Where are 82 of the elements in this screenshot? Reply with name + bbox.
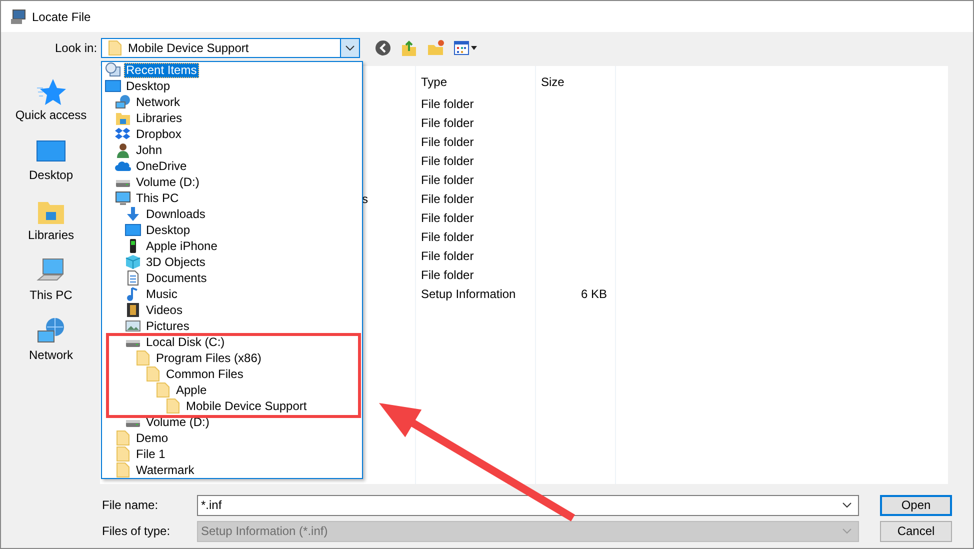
file-name-label: File name: xyxy=(102,498,160,512)
folder-icon xyxy=(115,446,131,462)
dropdown-item[interactable]: OneDrive xyxy=(102,158,362,174)
dropdown-item[interactable]: Recent Items xyxy=(102,62,362,78)
dropdown-item[interactable]: This PC xyxy=(102,190,362,206)
dropdown-item[interactable]: Volume (D:) xyxy=(102,174,362,190)
dropdown-item[interactable]: Downloads xyxy=(102,206,362,222)
dropdown-item[interactable]: Desktop xyxy=(102,222,362,238)
file-name-field[interactable]: *.inf xyxy=(197,494,859,516)
folder-icon xyxy=(165,398,181,414)
table-cell: File folder xyxy=(421,230,474,244)
dropdown-item[interactable]: Demo xyxy=(102,430,362,446)
person-icon xyxy=(115,142,131,158)
dropbox-icon xyxy=(115,126,131,142)
dropdown-item[interactable]: Apple iPhone xyxy=(102,238,362,254)
dropdown-item[interactable]: John xyxy=(102,142,362,158)
chevron-icon[interactable] xyxy=(842,502,852,508)
table-cell: Setup Information xyxy=(421,286,516,300)
table-cell: File folder xyxy=(421,96,474,110)
table-cell: File folder xyxy=(421,154,474,168)
folder-icon xyxy=(115,430,131,446)
back-icon[interactable] xyxy=(375,40,391,56)
folder-icon xyxy=(135,350,151,366)
clock-window-icon xyxy=(105,62,121,78)
dropdown-item[interactable]: Volume (D:) xyxy=(102,414,362,430)
dropdown-item[interactable]: Pictures xyxy=(102,318,362,334)
dropdown-item[interactable]: Watermark xyxy=(102,462,362,478)
dropdown-item[interactable]: Desktop xyxy=(102,78,362,94)
dropdown-item[interactable]: Mobile Device Support xyxy=(102,398,362,414)
down-arrow-icon xyxy=(125,206,141,222)
monitor-icon xyxy=(125,222,141,238)
dropdown-item[interactable]: File 1 xyxy=(102,446,362,462)
dropdown-item[interactable]: Apple xyxy=(102,382,362,398)
view-menu-icon[interactable] xyxy=(454,40,478,56)
dropdown-item[interactable]: Videos xyxy=(102,302,362,318)
dropdown-item[interactable]: Network xyxy=(102,94,362,110)
table-cell: 6 KB xyxy=(580,286,607,300)
place-item[interactable]: Quick access xyxy=(9,76,93,128)
place-item[interactable]: Network xyxy=(9,316,93,368)
dropdown-item[interactable]: Local Disk (C:) xyxy=(102,334,362,350)
table-cell: File folder xyxy=(421,248,474,262)
column-header[interactable]: Type xyxy=(415,74,535,88)
window-title: Locate File xyxy=(32,10,91,24)
place-item[interactable]: This PC xyxy=(9,256,93,308)
dropdown-item[interactable]: Dropbox xyxy=(102,126,362,142)
table-cell: File folder xyxy=(421,116,474,130)
file-type-label: Files of type: xyxy=(102,524,172,538)
look-in-label: Look in: xyxy=(55,41,98,55)
document-icon xyxy=(125,270,141,286)
picture-icon xyxy=(125,318,141,334)
table-cell: File folder xyxy=(421,268,474,282)
film-icon xyxy=(125,302,141,318)
table-cell: File folder xyxy=(421,172,474,186)
cancel-button[interactable]: Cancel xyxy=(880,520,952,542)
table-cell: File folder xyxy=(421,134,474,148)
chevron-icon xyxy=(345,45,355,51)
place-item[interactable]: Desktop xyxy=(9,136,93,188)
computer-icon xyxy=(115,190,131,206)
folder-icon xyxy=(115,110,131,126)
cube-icon xyxy=(125,254,141,270)
new-folder-icon[interactable] xyxy=(427,39,445,57)
table-cell: File folder xyxy=(421,192,474,206)
globe-computer-icon xyxy=(115,94,131,110)
dropdown-item[interactable]: Libraries xyxy=(102,110,362,126)
dropdown-item[interactable]: 3D Objects xyxy=(102,254,362,270)
up-folder-icon[interactable] xyxy=(400,39,418,57)
look-in-dropdown[interactable]: Mobile Device Support xyxy=(101,38,360,58)
folder-icon xyxy=(115,462,131,478)
dropdown-item[interactable]: Program Files (x86) xyxy=(102,350,362,366)
folder-icon xyxy=(108,40,122,56)
dropdown-toggle[interactable] xyxy=(340,39,359,57)
table-cell: File folder xyxy=(421,210,474,224)
monitor-icon xyxy=(105,78,121,94)
dropdown-item[interactable]: Documents xyxy=(102,270,362,286)
dropdown-item[interactable]: Music xyxy=(102,286,362,302)
open-button[interactable]: Open xyxy=(880,494,952,516)
place-item[interactable]: Libraries xyxy=(9,196,93,248)
dropdown-item[interactable]: Common Files xyxy=(102,366,362,382)
column-header[interactable]: Size xyxy=(535,74,615,88)
app-icon xyxy=(10,8,26,24)
folder-icon xyxy=(145,366,161,382)
folder-icon xyxy=(155,382,171,398)
